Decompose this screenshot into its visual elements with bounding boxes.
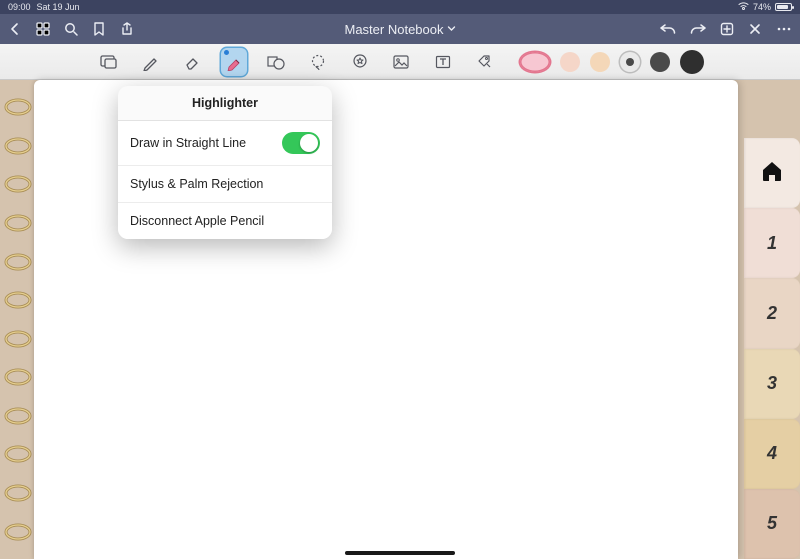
row-label: Draw in Straight Line — [130, 136, 246, 150]
popover-title: Highlighter — [118, 86, 332, 121]
highlighter-tool-icon[interactable] — [221, 48, 247, 76]
row-draw-straight-line[interactable]: Draw in Straight Line — [118, 121, 332, 166]
lasso-tool-icon[interactable] — [305, 48, 331, 76]
color-swatch-5[interactable] — [650, 52, 670, 72]
grid-icon[interactable] — [36, 22, 50, 36]
share-icon[interactable] — [120, 22, 134, 36]
spiral-binding — [2, 80, 38, 559]
home-icon — [760, 159, 784, 188]
battery-icon — [775, 3, 792, 11]
search-icon[interactable] — [64, 22, 78, 36]
color-swatch-4-selected[interactable] — [620, 52, 640, 72]
redo-icon[interactable] — [690, 22, 706, 36]
wifi-icon — [738, 2, 749, 12]
tab-home[interactable] — [744, 138, 800, 208]
shape-tool-icon[interactable] — [263, 48, 289, 76]
eraser-tool-icon[interactable] — [180, 48, 206, 76]
row-disconnect-apple-pencil[interactable]: Disconnect Apple Pencil — [118, 203, 332, 239]
image-tool-icon[interactable] — [389, 48, 415, 76]
tab-3[interactable]: 3 — [744, 349, 800, 419]
toggle-draw-straight-line[interactable] — [282, 132, 320, 154]
text-tool-icon[interactable] — [430, 48, 456, 76]
add-page-icon[interactable] — [720, 22, 734, 36]
color-swatch-2[interactable] — [560, 52, 580, 72]
highlighter-popover: Highlighter Draw in Straight Line Stylus… — [118, 86, 332, 239]
section-tabs: 1 2 3 4 5 — [744, 138, 800, 559]
color-swatch-1[interactable] — [520, 52, 550, 72]
zoom-tool-icon[interactable] — [96, 48, 122, 76]
document-title: Master Notebook — [345, 22, 444, 37]
color-swatch-6[interactable] — [680, 50, 704, 74]
color-swatch-3[interactable] — [590, 52, 610, 72]
row-label: Stylus & Palm Rejection — [130, 177, 263, 191]
undo-icon[interactable] — [660, 22, 676, 36]
tool-bar — [0, 44, 800, 80]
tag-tool-icon[interactable] — [472, 48, 498, 76]
tab-2[interactable]: 2 — [744, 278, 800, 348]
tab-label: 4 — [767, 443, 777, 464]
more-icon[interactable] — [776, 22, 792, 36]
row-label: Disconnect Apple Pencil — [130, 214, 264, 228]
color-picker — [520, 50, 704, 74]
chevron-down-icon — [448, 25, 456, 33]
pen-tool-icon[interactable] — [138, 48, 164, 76]
tab-label: 3 — [767, 373, 777, 394]
close-icon[interactable] — [748, 22, 762, 36]
battery-label: 74% — [753, 2, 771, 12]
tab-label: 2 — [767, 303, 777, 324]
status-time: 09:00 — [8, 2, 31, 12]
row-stylus-palm-rejection[interactable]: Stylus & Palm Rejection — [118, 166, 332, 203]
tab-4[interactable]: 4 — [744, 419, 800, 489]
document-title-button[interactable]: Master Notebook — [345, 22, 456, 37]
back-icon[interactable] — [8, 22, 22, 36]
tab-1[interactable]: 1 — [744, 208, 800, 278]
home-indicator[interactable] — [345, 551, 455, 555]
bookmark-icon[interactable] — [92, 22, 106, 36]
tab-label: 5 — [767, 513, 777, 534]
tab-label: 1 — [767, 233, 777, 254]
ipad-status-bar: 09:00 Sat 19 Jun 74% — [0, 0, 800, 14]
app-nav-bar: Master Notebook — [0, 14, 800, 44]
status-date: Sat 19 Jun — [37, 2, 80, 12]
tab-5[interactable]: 5 — [744, 489, 800, 559]
favorites-tool-icon[interactable] — [347, 48, 373, 76]
